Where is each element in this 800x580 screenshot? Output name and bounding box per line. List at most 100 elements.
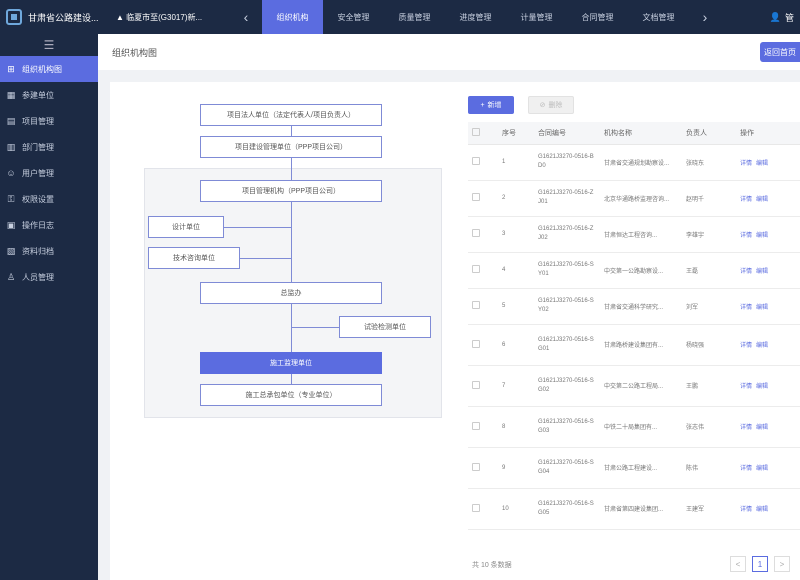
view-button[interactable]: 详情 bbox=[740, 507, 752, 513]
view-button[interactable]: 详情 bbox=[740, 197, 752, 203]
row-checkbox[interactable] bbox=[468, 447, 498, 489]
doc-icon: ▧ bbox=[6, 245, 16, 256]
top-tab[interactable]: 安全管理 bbox=[323, 0, 384, 34]
org-node-design[interactable]: 设计单位 bbox=[148, 216, 224, 238]
project-name: ▲ 临夏市至(G3017)新... bbox=[116, 12, 203, 22]
edit-button[interactable]: 编辑 bbox=[756, 161, 768, 167]
edit-button[interactable]: 编辑 bbox=[756, 507, 768, 513]
return-home-button[interactable]: 返回首页 bbox=[760, 42, 800, 62]
top-tab[interactable]: 文档管理 bbox=[628, 0, 689, 34]
view-button[interactable]: 详情 bbox=[740, 161, 752, 167]
prev-page-button[interactable]: < bbox=[730, 556, 746, 572]
add-button-label: 新增 bbox=[487, 102, 502, 109]
table-row: 9 G1621J3270-0516-SG04 甘肃公路工程建设... 陈伟 详情 编辑 bbox=[468, 447, 800, 489]
edit-button[interactable]: 编辑 bbox=[756, 305, 768, 311]
sidebar-item[interactable]: ▧ 资料归档 bbox=[0, 238, 98, 264]
view-button[interactable]: 详情 bbox=[740, 269, 752, 275]
row-checkbox[interactable] bbox=[468, 180, 498, 217]
sidebar-item[interactable]: ▣ 操作日志 bbox=[0, 212, 98, 238]
unit-table: 序号 合同编号 机构名称 负责人 操作 1 G1621J3270-0516-BD0… bbox=[468, 122, 800, 530]
top-tab[interactable]: 计量管理 bbox=[506, 0, 567, 34]
table-row: 7 G1621J3270-0516-SG02 中交第二公路工程局... 王鹏 详情 编辑 bbox=[468, 365, 800, 407]
row-checkbox[interactable] bbox=[468, 365, 498, 407]
row-number: 2 bbox=[498, 180, 534, 217]
row-checkbox[interactable] bbox=[468, 488, 498, 530]
edit-button[interactable]: 编辑 bbox=[756, 384, 768, 390]
edit-button[interactable]: 编辑 bbox=[756, 343, 768, 349]
top-tabs: ‹ 组织机构 安全管理 质量管理 进度管理 计量管理 合同管理 文档管理 › bbox=[230, 0, 721, 34]
total-count: 共 10 条数据 bbox=[472, 562, 512, 569]
view-button[interactable]: 详情 bbox=[740, 384, 752, 390]
column-header: 负责人 bbox=[682, 122, 736, 145]
tabs-next-arrow-icon[interactable]: › bbox=[689, 0, 721, 34]
contract-code: G1621J3270-0516-ZJ01 bbox=[534, 180, 600, 217]
top-tab[interactable]: 组织机构 bbox=[262, 0, 323, 34]
row-checkbox[interactable] bbox=[468, 144, 498, 181]
person-in-charge: 王鹏 bbox=[682, 365, 736, 407]
table-row: 3 G1621J3270-0516-ZJ02 甘肃恒达工程咨询... 李雄宇 详情 编辑 bbox=[468, 216, 800, 253]
sidebar-item-label: 资料归档 bbox=[22, 246, 54, 256]
org-node-tech-consult[interactable]: 技术咨询单位 bbox=[148, 247, 240, 269]
org-node-legal-person[interactable]: 项目法人单位（法定代表人/项目负责人） bbox=[200, 104, 382, 126]
org-node-general-contractor[interactable]: 施工总承包单位（专业单位） bbox=[200, 384, 382, 406]
person-in-charge: 王建军 bbox=[682, 488, 736, 530]
row-checkbox[interactable] bbox=[468, 216, 498, 253]
sidebar-item[interactable]: ♙ 人员管理 bbox=[0, 264, 98, 290]
view-button[interactable]: 详情 bbox=[740, 466, 752, 472]
sidebar-item-label: 操作日志 bbox=[22, 220, 54, 230]
person-in-charge: 赵明千 bbox=[682, 180, 736, 217]
row-checkbox[interactable] bbox=[468, 288, 498, 325]
sidebar-item[interactable]: ▥ 部门管理 bbox=[0, 134, 98, 160]
person-in-charge: 李雄宇 bbox=[682, 216, 736, 253]
row-checkbox[interactable] bbox=[468, 406, 498, 448]
main-panel: 项目法人单位（法定代表人/项目负责人） 项目建设管理单位（PPP项目公司） 项目… bbox=[110, 82, 800, 580]
tabs-prev-arrow-icon[interactable]: ‹ bbox=[230, 0, 262, 34]
sidebar-item[interactable]: ⚿ 权限设置 bbox=[0, 186, 98, 212]
page-title: 组织机构图 bbox=[112, 47, 158, 58]
edit-button[interactable]: 编辑 bbox=[756, 425, 768, 431]
user-menu[interactable]: 👤 管 bbox=[770, 0, 800, 34]
row-actions: 详情 编辑 bbox=[736, 488, 800, 530]
contract-code: G1621J3270-0516-SY02 bbox=[534, 288, 600, 325]
top-tab[interactable]: 质量管理 bbox=[384, 0, 445, 34]
edit-button[interactable]: 编辑 bbox=[756, 233, 768, 239]
sidebar-item[interactable]: ▤ 项目管理 bbox=[0, 108, 98, 134]
next-page-button[interactable]: > bbox=[774, 556, 790, 572]
connector bbox=[224, 227, 291, 228]
edit-button[interactable]: 编辑 bbox=[756, 197, 768, 203]
sidebar-list: ⊞ 组织机构图 ▦ 参建单位 ▤ 项目管理 ▥ 部门管理 ☺ 用户管理 ⚿ 权限设置 ▣ 操作日志 ▧ 资料归… bbox=[0, 56, 98, 290]
brand[interactable]: 甘肃省公路建设... bbox=[0, 0, 108, 34]
user-icon: ☺ bbox=[6, 168, 16, 178]
top-tab[interactable]: 合同管理 bbox=[567, 0, 628, 34]
view-button[interactable]: 详情 bbox=[740, 233, 752, 239]
row-actions: 详情 编辑 bbox=[736, 365, 800, 407]
select-all-checkbox[interactable] bbox=[468, 122, 498, 145]
unit-name: 中铁二十局集团有... bbox=[600, 406, 682, 448]
row-checkbox[interactable] bbox=[468, 252, 498, 289]
sidebar-item[interactable]: ☺ 用户管理 bbox=[0, 160, 98, 186]
org-node-chief-supervisor[interactable]: 总监办 bbox=[200, 282, 382, 304]
add-button[interactable]: + 新增 bbox=[468, 96, 514, 114]
org-node-testing[interactable]: 试验检测单位 bbox=[339, 316, 431, 338]
menu-toggle-icon[interactable]: ☰ bbox=[0, 34, 98, 56]
table-row: 2 G1621J3270-0516-ZJ01 北京华通路桥监理咨询... 赵明千 详情编… bbox=[468, 180, 800, 217]
page-header: 组织机构图 返回首页 bbox=[98, 34, 800, 70]
view-button[interactable]: 详情 bbox=[740, 343, 752, 349]
sidebar-item[interactable]: ⊞ 组织机构图 bbox=[0, 56, 98, 82]
view-button[interactable]: 详情 bbox=[740, 305, 752, 311]
org-node-construction-mgmt[interactable]: 项目建设管理单位（PPP项目公司） bbox=[200, 136, 382, 158]
row-checkbox[interactable] bbox=[468, 324, 498, 366]
page-number-button[interactable]: 1 bbox=[752, 556, 768, 572]
view-button[interactable]: 详情 bbox=[740, 425, 752, 431]
org-node-project-mgmt[interactable]: 项目管理机构（PPP项目公司） bbox=[200, 180, 382, 202]
edit-button[interactable]: 编辑 bbox=[756, 466, 768, 472]
sidebar-item[interactable]: ▦ 参建单位 bbox=[0, 82, 98, 108]
delete-button[interactable]: ⊘ 删除 bbox=[528, 96, 574, 114]
top-tab[interactable]: 进度管理 bbox=[445, 0, 506, 34]
org-node-construction-supervision[interactable]: 施工监理单位 bbox=[200, 352, 382, 374]
row-number: 7 bbox=[498, 365, 534, 407]
unit-name: 中交第二公路工程局... bbox=[600, 365, 682, 407]
project-selector[interactable]: ▲ 临夏市至(G3017)新... bbox=[108, 0, 230, 34]
sidebar-item-label: 项目管理 bbox=[22, 116, 54, 126]
edit-button[interactable]: 编辑 bbox=[756, 269, 768, 275]
